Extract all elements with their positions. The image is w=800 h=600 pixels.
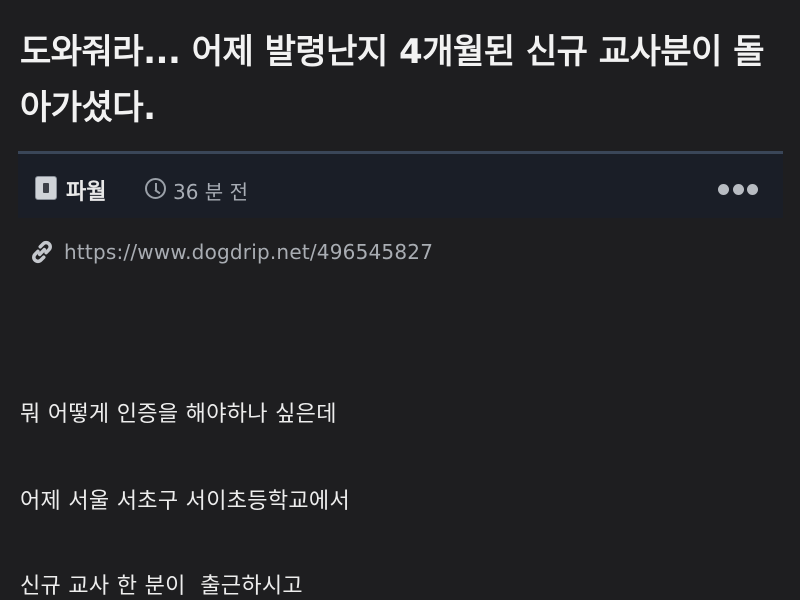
post-url[interactable]: https://www.dogdrip.net/496545827	[64, 240, 433, 264]
dot-icon	[718, 183, 729, 195]
avatar[interactable]	[35, 176, 57, 200]
author-name[interactable]: 파월	[66, 174, 106, 206]
post-title: 도와줘라... 어제 발령난지 4개월된 신규 교사분이 돌아가셨다.	[20, 32, 765, 128]
body-line: 신규 교사 한 분이 출근하시고	[20, 574, 303, 599]
avatar-icon	[43, 183, 49, 193]
post-meta-bar: 파월 36 분 전	[18, 151, 783, 218]
dot-icon	[732, 183, 744, 195]
body-line: 어제 서울 서초구 서이초등학교에서	[20, 489, 350, 514]
dot-icon	[747, 183, 758, 195]
link-icon	[32, 240, 52, 264]
post-page: 도와줘라... 어제 발령난지 4개월된 신규 교사분이 돌아가셨다. 파월 3…	[0, 0, 800, 600]
post-link[interactable]: https://www.dogdrip.net/496545827	[28, 236, 433, 268]
body-line: 뭐 어떻게 인증을 해야하나 싶은데	[20, 402, 337, 427]
more-options-icon[interactable]	[718, 182, 758, 196]
clock-icon	[145, 178, 166, 199]
post-time: 36 분 전	[173, 180, 248, 204]
